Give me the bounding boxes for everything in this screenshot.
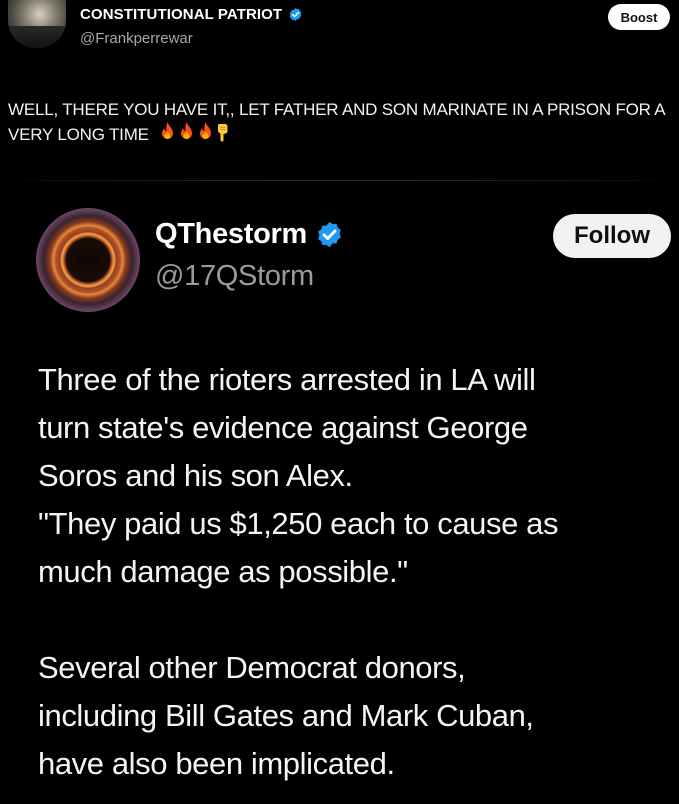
quoted-author-row: QThestorm (155, 218, 344, 251)
boost-button[interactable]: Boost (608, 4, 670, 30)
outer-post-text: WELL, THERE YOU HAVE IT,, LET FATHER AND… (8, 97, 678, 147)
follow-button[interactable]: Follow (553, 214, 671, 258)
fire-emoji-icon (200, 122, 212, 139)
quoted-line: Three of the rioters arrested in LA will (38, 362, 536, 397)
quoted-author-name[interactable]: QThestorm (155, 218, 307, 251)
verified-badge-icon (318, 221, 341, 248)
quoted-avatar[interactable] (36, 208, 140, 312)
point-down-emoji-icon (218, 124, 228, 142)
eclipse-graphic (60, 232, 116, 288)
quoted-post-text: Three of the rioters arrested in LA will… (38, 356, 678, 788)
outer-post-body: WELL, THERE YOU HAVE IT,, LET FATHER AND… (8, 100, 665, 144)
fire-emoji-icon (162, 122, 174, 139)
divider (0, 180, 679, 181)
quoted-line: Soros and his son Alex. (38, 458, 353, 493)
fire-emoji-icon (181, 122, 193, 139)
outer-avatar[interactable] (8, 0, 66, 48)
outer-author-name[interactable]: CONSTITUTIONAL PATRIOT (80, 6, 282, 23)
outer-author-handle[interactable]: @Frankperrewar (80, 30, 193, 47)
quoted-post[interactable]: QThestorm @17QStorm Follow Three of the … (0, 182, 679, 804)
quoted-line: have also been implicated. (38, 746, 395, 781)
emoji-row (159, 122, 230, 142)
quoted-line: much damage as possible." (38, 554, 408, 589)
avatar-horizon (8, 26, 66, 48)
outer-post: CONSTITUTIONAL PATRIOT @Frankperrewar Bo… (0, 0, 679, 175)
quoted-line: Several other Democrat donors, (38, 650, 466, 685)
quoted-line: turn state's evidence against George (38, 410, 528, 445)
quoted-line: including Bill Gates and Mark Cuban, (38, 698, 534, 733)
quoted-author-handle[interactable]: @17QStorm (155, 260, 314, 293)
quoted-line: "They paid us $1,250 each to cause as (38, 506, 559, 541)
outer-author-row: CONSTITUTIONAL PATRIOT (80, 6, 303, 23)
verified-badge-icon (289, 7, 302, 22)
